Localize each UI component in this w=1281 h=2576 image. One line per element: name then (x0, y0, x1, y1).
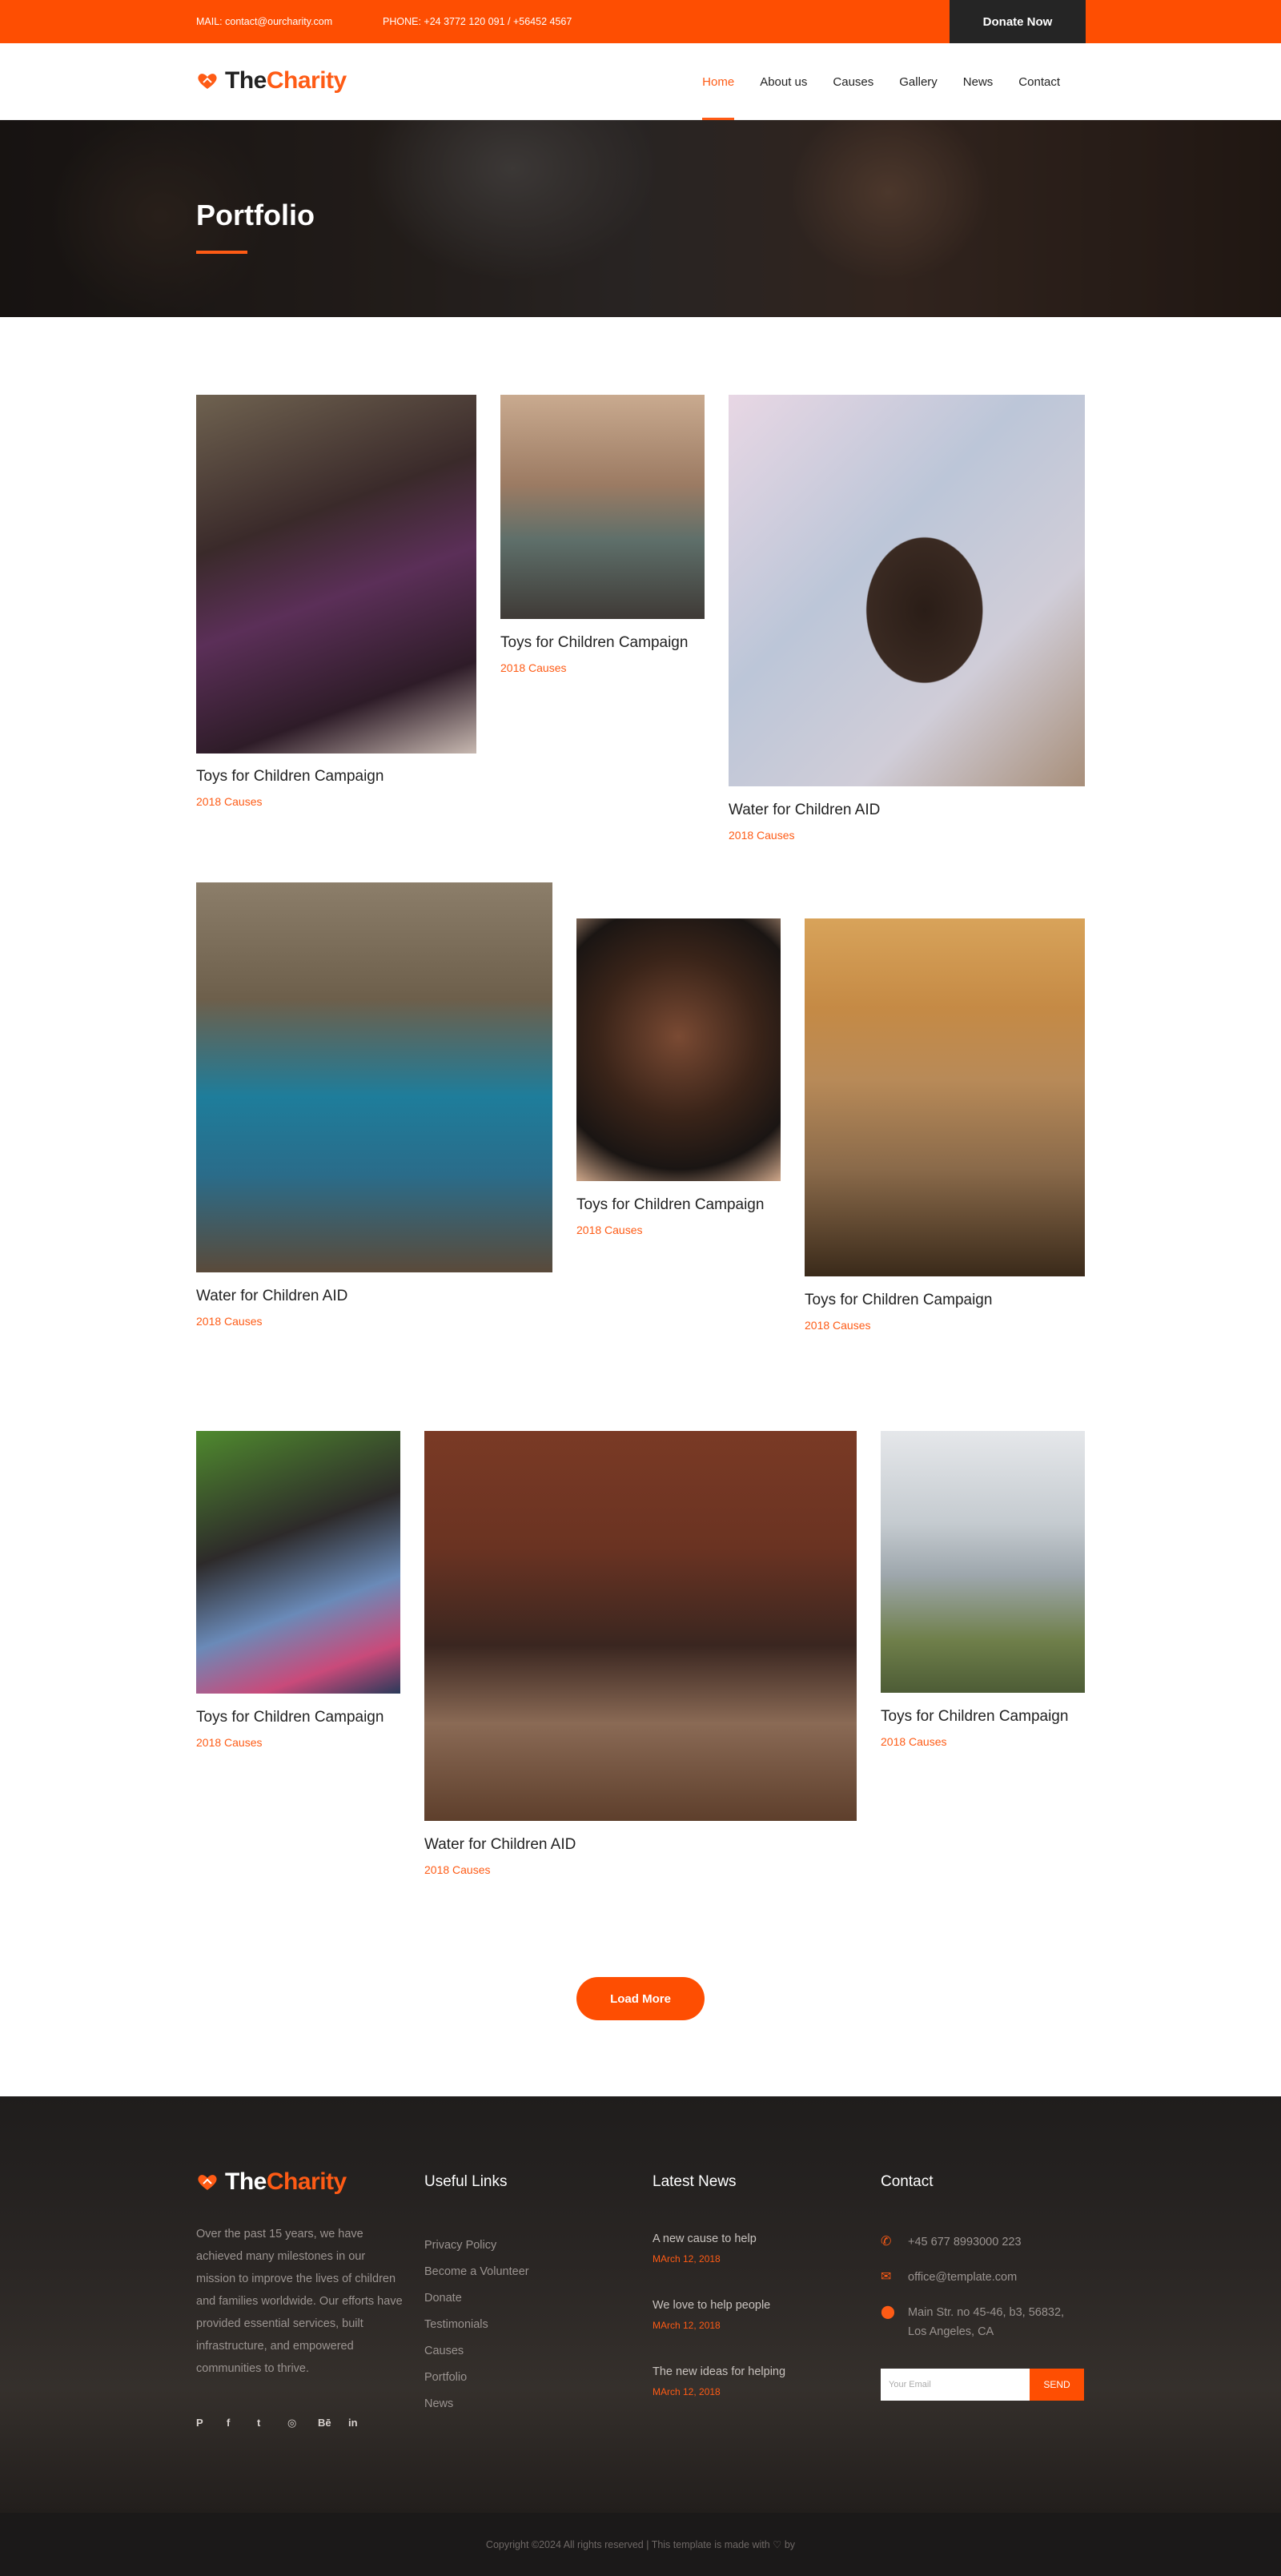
portfolio-subtitle: 2018 Causes (196, 1736, 263, 1749)
nav-item-news[interactable]: News (950, 43, 1006, 120)
main-navigation: The Charity Home About us Causes Gallery … (0, 43, 1281, 120)
copyright-text: Copyright ©2024 All rights reserved | Th… (0, 2538, 1281, 2550)
contact-email-row: ✉ office@template.com (881, 2268, 1084, 2287)
footer-link[interactable]: Donate (424, 2285, 529, 2312)
newsletter-email-input[interactable]: Your Email (881, 2369, 1030, 2401)
linkedin-icon[interactable]: in (348, 2417, 379, 2429)
logo-text-charity: Charity (266, 67, 347, 94)
portfolio-title[interactable]: Toys for Children Campaign (500, 634, 688, 652)
twitter-icon[interactable]: t (257, 2417, 287, 2429)
nav-item-contact[interactable]: Contact (1006, 43, 1073, 120)
portfolio-title[interactable]: Toys for Children Campaign (576, 1196, 764, 1214)
logo-text-charity: Charity (266, 2168, 347, 2195)
nav-item-home[interactable]: Home (689, 43, 747, 120)
news-date: MArch 12, 2018 (653, 2386, 721, 2397)
footer-logo[interactable]: The Charity (196, 2168, 347, 2196)
phone-icon: ✆ (881, 2235, 892, 2248)
nav-item-about[interactable]: About us (747, 43, 820, 120)
portfolio-title[interactable]: Toys for Children Campaign (805, 1292, 992, 1309)
title-underline (196, 251, 247, 254)
contact-address-row: ⬤ Main Str. no 45-46, b3, 56832, Los Ang… (881, 2303, 1084, 2341)
footer-link[interactable]: Causes (424, 2338, 529, 2365)
portfolio-title[interactable]: Toys for Children Campaign (881, 1708, 1068, 1726)
portfolio-title[interactable]: Toys for Children Campaign (196, 768, 383, 786)
nav-menu: Home About us Causes Gallery News Contac… (689, 43, 1073, 120)
contact-phone-row: ✆ +45 677 8993000 223 (881, 2232, 1084, 2252)
nav-item-causes[interactable]: Causes (820, 43, 886, 120)
news-item[interactable]: A new cause to help MArch 12, 2018 (653, 2232, 785, 2299)
contact-phone[interactable]: PHONE: +24 3772 120 091 / +56452 4567 (383, 16, 572, 27)
footer-link[interactable]: News (424, 2391, 529, 2417)
footer-link[interactable]: Become a Volunteer (424, 2259, 529, 2285)
portfolio-photo[interactable] (805, 918, 1085, 1276)
facebook-icon[interactable]: f (227, 2417, 257, 2429)
portfolio-subtitle: 2018 Causes (196, 795, 263, 808)
logo-text-the: The (225, 67, 267, 94)
contact-phone-value[interactable]: +45 677 8993000 223 (908, 2232, 1022, 2252)
portfolio-subtitle: 2018 Causes (196, 1315, 263, 1328)
footer-link[interactable]: Testimonials (424, 2312, 529, 2338)
contact-info: ✆ +45 677 8993000 223 ✉ office@template.… (881, 2232, 1084, 2357)
contact-mail[interactable]: MAIL: contact@ourcharity.com (196, 16, 332, 27)
portfolio-subtitle: 2018 Causes (576, 1224, 643, 1236)
logo-text-the: The (225, 2168, 267, 2195)
heart-icon: ♡ (773, 2539, 782, 2550)
portfolio-title[interactable]: Toys for Children Campaign (196, 1709, 383, 1726)
envelope-icon: ✉ (881, 2270, 892, 2284)
portfolio-photo[interactable] (729, 395, 1085, 786)
portfolio-photo[interactable] (196, 882, 552, 1272)
portfolio-photo[interactable] (196, 1431, 400, 1694)
contact-email-value[interactable]: office@template.com (908, 2268, 1017, 2287)
useful-links-list: Privacy Policy Become a Volunteer Donate… (424, 2232, 529, 2417)
news-title[interactable]: A new cause to help (653, 2232, 785, 2245)
news-title[interactable]: The new ideas for helping (653, 2365, 785, 2378)
newsletter-send-button[interactable]: SEND (1030, 2369, 1084, 2401)
top-bar: MAIL: contact@ourcharity.com PHONE: +24 … (0, 0, 1281, 43)
copyright-by: by (784, 2539, 796, 2550)
footer: The Charity Over the past 15 years, we ha… (0, 2096, 1281, 2513)
portfolio-title[interactable]: Water for Children AID (196, 1288, 347, 1305)
portfolio-subtitle: 2018 Causes (500, 661, 567, 674)
copyright-statement: Copyright ©2024 All rights reserved | Th… (485, 2539, 770, 2550)
portfolio-photo[interactable] (196, 395, 476, 754)
footer-link[interactable]: Privacy Policy (424, 2232, 529, 2259)
dribbble-icon[interactable]: ◎ (287, 2417, 318, 2429)
latest-news-title: Latest News (653, 2173, 737, 2190)
portfolio-photo[interactable] (500, 395, 705, 619)
news-title[interactable]: We love to help people (653, 2299, 785, 2312)
heart-hands-icon (198, 2175, 217, 2190)
portfolio-photo[interactable] (881, 1431, 1085, 1693)
latest-news-list: A new cause to help MArch 12, 2018 We lo… (653, 2232, 785, 2432)
load-more-button[interactable]: Load More (576, 1977, 705, 2020)
donate-button[interactable]: Donate Now (950, 0, 1086, 43)
portfolio-subtitle: 2018 Causes (805, 1319, 871, 1332)
nav-item-gallery[interactable]: Gallery (886, 43, 950, 120)
news-date: MArch 12, 2018 (653, 2253, 721, 2265)
pinterest-icon[interactable]: P (196, 2417, 227, 2429)
footer-link[interactable]: Portfolio (424, 2365, 529, 2391)
portfolio-subtitle: 2018 Causes (729, 829, 795, 842)
page-banner: Portfolio (0, 120, 1281, 317)
page-title: Portfolio (196, 199, 315, 231)
behance-icon[interactable]: Bē (318, 2417, 348, 2429)
heart-hands-icon (198, 74, 217, 89)
contact-address-value: Main Str. no 45-46, b3, 56832, Los Angel… (908, 2306, 1065, 2338)
copyright-bar: Copyright ©2024 All rights reserved | Th… (0, 2513, 1281, 2576)
news-date: MArch 12, 2018 (653, 2320, 721, 2331)
news-item[interactable]: The new ideas for helping MArch 12, 2018 (653, 2365, 785, 2432)
footer-about-text: Over the past 15 years, we have achieved… (196, 2228, 403, 2375)
portfolio-subtitle: 2018 Causes (881, 1735, 947, 1748)
site-logo[interactable]: The Charity (196, 67, 347, 94)
contact-title: Contact (881, 2173, 934, 2190)
portfolio-photo[interactable] (576, 918, 781, 1181)
social-links: P f t ◎ Bē in (196, 2417, 379, 2429)
portfolio-title[interactable]: Water for Children AID (424, 1836, 576, 1854)
news-item[interactable]: We love to help people MArch 12, 2018 (653, 2299, 785, 2365)
portfolio-photo[interactable] (424, 1431, 857, 1821)
map-pin-icon: ⬤ (881, 2305, 895, 2319)
useful-links-title: Useful Links (424, 2173, 508, 2190)
newsletter-form: Your Email SEND (881, 2369, 1084, 2401)
portfolio-subtitle: 2018 Causes (424, 1863, 491, 1876)
portfolio-title[interactable]: Water for Children AID (729, 802, 880, 819)
